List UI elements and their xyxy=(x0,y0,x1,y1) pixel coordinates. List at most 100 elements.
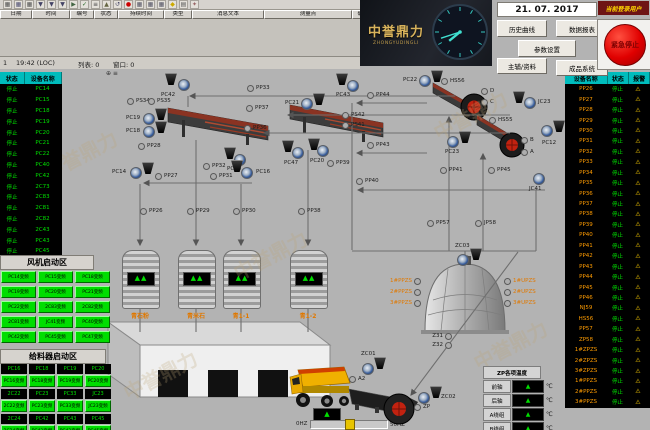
table-row[interactable]: 3#PPZS停止⚠ xyxy=(565,397,650,407)
alarm-warning-icon[interactable]: ⚠ xyxy=(628,159,648,166)
table-row[interactable]: PP29停止⚠ xyxy=(565,115,650,125)
table-row[interactable]: PP34停止⚠ xyxy=(565,168,650,178)
table-row[interactable]: PP38停止⚠ xyxy=(565,209,650,219)
storage-silo[interactable]: ▲▲ xyxy=(223,250,261,309)
motor-fan-icon[interactable] xyxy=(541,125,553,137)
table-row[interactable]: PP43停止⚠ xyxy=(565,261,650,271)
sensor-point[interactable] xyxy=(155,173,162,180)
table-row[interactable]: 停止PC18 xyxy=(0,106,62,117)
sensor-point[interactable] xyxy=(127,98,134,105)
table-row[interactable]: ZP58停止⚠ xyxy=(565,335,650,345)
alarm-warning-icon[interactable]: ⚠ xyxy=(628,253,648,260)
table-row[interactable]: 停止2C82 xyxy=(0,214,62,225)
sensor-point[interactable] xyxy=(342,112,349,119)
table-row[interactable]: PP44停止⚠ xyxy=(565,272,650,282)
table-row[interactable]: 1#ZPZS停止⚠ xyxy=(565,345,650,355)
fan-start-button[interactable]: PC14变频 xyxy=(1,271,36,283)
sensor-point[interactable] xyxy=(148,98,155,105)
alarm-warning-icon[interactable]: ⚠ xyxy=(628,117,648,124)
alarm-warning-icon[interactable]: ⚠ xyxy=(628,336,648,343)
table-row[interactable]: PP57停止⚠ xyxy=(565,324,650,334)
sensor-point[interactable] xyxy=(414,289,421,296)
alarm-warning-icon[interactable]: ⚠ xyxy=(628,368,648,375)
table-row[interactable]: 停止PC42 xyxy=(0,170,62,181)
sensor-point[interactable] xyxy=(367,142,374,149)
sensor-point[interactable] xyxy=(414,278,421,285)
disc-crusher[interactable] xyxy=(384,394,418,424)
sensor-point[interactable] xyxy=(349,376,356,383)
storage-silo[interactable]: ▲▲ xyxy=(290,250,328,309)
table-row[interactable]: PP30停止⚠ xyxy=(565,126,650,136)
feeder-start-button[interactable]: PC20变频 xyxy=(85,375,111,387)
sensor-point[interactable] xyxy=(138,143,145,150)
sensor-point[interactable] xyxy=(414,404,421,411)
table-row[interactable]: 停止PC19 xyxy=(0,116,62,127)
table-row[interactable]: PP46停止⚠ xyxy=(565,293,650,303)
fan-start-button[interactable]: PC47变频 xyxy=(75,331,110,343)
table-row[interactable]: HS56停止⚠ xyxy=(565,314,650,324)
table-row[interactable]: 停止PC43 xyxy=(0,235,62,246)
feeder-start-button[interactable]: PC42变频 xyxy=(29,425,55,430)
fan-start-button[interactable]: PC40变频 xyxy=(75,316,110,328)
motor-fan-icon[interactable] xyxy=(301,98,313,110)
table-row[interactable]: PP36停止⚠ xyxy=(565,188,650,198)
alarm-warning-icon[interactable]: ⚠ xyxy=(628,127,648,134)
alarm-warning-icon[interactable]: ⚠ xyxy=(628,201,648,208)
sensor-point[interactable] xyxy=(246,105,253,112)
alarm-warning-icon[interactable]: ⚠ xyxy=(628,357,648,364)
table-row[interactable]: 2#ZPZS停止⚠ xyxy=(565,355,650,365)
motor-fan-icon[interactable] xyxy=(130,167,142,179)
table-row[interactable]: 2#PPZS停止⚠ xyxy=(565,387,650,397)
sensor-point[interactable] xyxy=(489,117,496,124)
table-row[interactable]: 停止PC22 xyxy=(0,149,62,160)
sensor-point[interactable] xyxy=(441,78,448,85)
table-row[interactable]: 停止PC14 xyxy=(0,84,62,95)
alarm-warning-icon[interactable]: ⚠ xyxy=(628,388,648,395)
alarm-warning-icon[interactable]: ⚠ xyxy=(628,169,648,176)
table-row[interactable]: PP31停止⚠ xyxy=(565,136,650,146)
sensor-point[interactable] xyxy=(367,92,374,99)
dump-truck[interactable] xyxy=(290,367,350,407)
alarm-warning-icon[interactable]: ⚠ xyxy=(628,263,648,270)
table-row[interactable]: 停止2C83 xyxy=(0,192,62,203)
table-row[interactable]: PP33停止⚠ xyxy=(565,157,650,167)
sensor-point[interactable] xyxy=(475,220,482,227)
alarm-warning-icon[interactable]: ⚠ xyxy=(628,274,648,281)
feeder-start-button[interactable]: PC19变频 xyxy=(57,375,83,387)
sensor-point[interactable] xyxy=(521,137,528,144)
motor-fan-icon[interactable] xyxy=(457,254,469,266)
sensor-point[interactable] xyxy=(342,122,349,129)
motor-fan-icon[interactable] xyxy=(347,80,359,92)
alarm-warning-icon[interactable]: ⚠ xyxy=(628,378,648,385)
table-row[interactable]: PP26停止⚠ xyxy=(565,84,650,94)
sensor-point[interactable] xyxy=(187,208,194,215)
alarm-warning-icon[interactable]: ⚠ xyxy=(628,294,648,301)
table-row[interactable]: PP40停止⚠ xyxy=(565,230,650,240)
table-row[interactable]: 停止PC40 xyxy=(0,160,62,171)
motor-fan-icon[interactable] xyxy=(419,75,431,87)
sensor-point[interactable] xyxy=(298,208,305,215)
sensor-point[interactable] xyxy=(244,125,251,132)
sensor-point[interactable] xyxy=(440,167,447,174)
motor-fan-icon[interactable] xyxy=(418,392,430,404)
motor-fan-icon[interactable] xyxy=(143,126,155,138)
sensor-point[interactable] xyxy=(504,289,511,296)
motor-fan-icon[interactable] xyxy=(241,167,253,179)
sensor-point[interactable] xyxy=(414,300,421,307)
alarm-warning-icon[interactable]: ⚠ xyxy=(628,138,648,145)
alarm-warning-icon[interactable]: ⚠ xyxy=(628,347,648,354)
sensor-point[interactable] xyxy=(504,278,511,285)
motor-fan-icon[interactable] xyxy=(447,136,459,148)
fan-start-button[interactable]: PC20变频 xyxy=(38,286,73,298)
feeder-start-button[interactable]: 2C24变频 xyxy=(1,425,27,430)
storage-silo[interactable]: ▲▲ xyxy=(178,250,216,309)
motor-fan-icon[interactable] xyxy=(143,113,155,125)
table-row[interactable]: PP37停止⚠ xyxy=(565,199,650,209)
motor-fan-icon[interactable] xyxy=(524,97,536,109)
motor-fan-icon[interactable] xyxy=(533,173,545,185)
alarm-warning-icon[interactable]: ⚠ xyxy=(628,232,648,239)
sensor-point[interactable] xyxy=(427,220,434,227)
sensor-point[interactable] xyxy=(445,342,452,349)
alarm-warning-icon[interactable]: ⚠ xyxy=(628,242,648,249)
table-row[interactable]: PP35停止⚠ xyxy=(565,178,650,188)
